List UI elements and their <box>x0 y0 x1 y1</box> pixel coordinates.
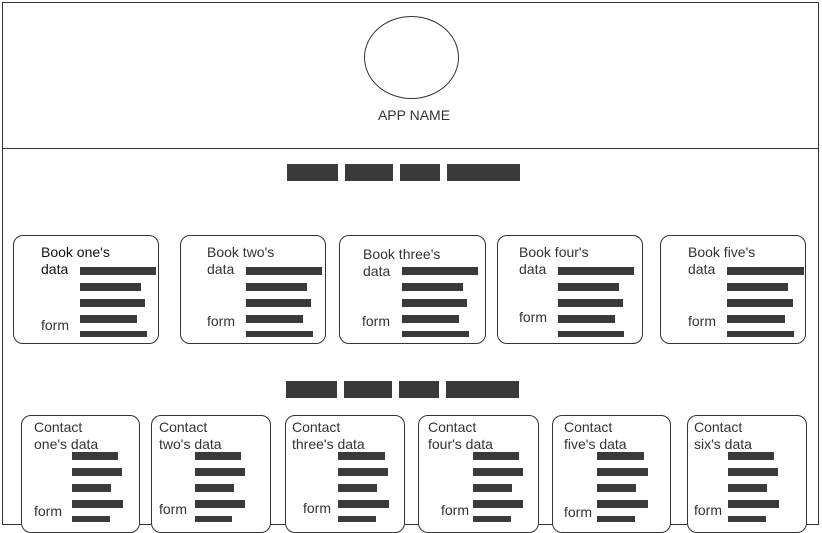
text-line-placeholder <box>727 267 804 275</box>
contact-card[interactable]: Contact four's data form <box>418 415 539 533</box>
text-line-placeholder <box>338 516 376 522</box>
books-nav-item[interactable] <box>400 164 440 181</box>
text-line-placeholder <box>727 315 785 323</box>
book-card[interactable]: Book five's data form <box>660 235 806 344</box>
contact-card[interactable]: Contact one's data form <box>21 415 140 533</box>
book-card-form-label: form <box>519 309 547 325</box>
book-card[interactable]: Book four's data form <box>497 235 643 344</box>
books-nav-item[interactable] <box>447 164 520 181</box>
contact-card-title: Contact five's data <box>564 419 627 452</box>
text-line-placeholder <box>338 484 377 492</box>
contact-card-form-label: form <box>441 502 469 518</box>
text-line-placeholder <box>195 452 241 460</box>
text-line-placeholder <box>195 500 245 508</box>
text-line-placeholder <box>402 315 459 323</box>
text-line-placeholder <box>72 468 122 476</box>
app-logo <box>364 16 459 99</box>
text-line-placeholder <box>402 299 467 307</box>
books-nav-item[interactable] <box>345 164 393 181</box>
text-line-placeholder <box>558 331 624 337</box>
contacts-nav-item[interactable] <box>344 381 392 398</box>
contact-card[interactable]: Contact two's data form <box>151 415 271 533</box>
text-line-placeholder <box>728 516 766 522</box>
text-line-placeholder <box>80 315 137 323</box>
book-card-form-label: form <box>207 313 235 329</box>
text-line-placeholder <box>473 516 511 522</box>
text-line-placeholder <box>80 299 145 307</box>
text-line-placeholder <box>728 484 767 492</box>
text-line-placeholder <box>558 315 615 323</box>
book-card-form-label: form <box>688 313 716 329</box>
app-name: APP NAME <box>377 107 451 123</box>
text-line-placeholder <box>246 283 307 291</box>
book-card[interactable]: Book two's data form <box>180 235 326 344</box>
book-card-form-label: form <box>41 317 69 333</box>
contact-card[interactable]: Contact five's data form <box>552 415 671 533</box>
text-line-placeholder <box>80 283 141 291</box>
text-line-placeholder <box>728 468 778 476</box>
text-line-placeholder <box>402 331 469 337</box>
text-line-placeholder <box>728 500 779 508</box>
text-line-placeholder <box>80 331 147 337</box>
text-line-placeholder <box>597 452 644 460</box>
text-line-placeholder <box>473 452 519 460</box>
text-line-placeholder <box>246 315 303 323</box>
contact-card-form-label: form <box>34 503 62 519</box>
text-line-placeholder <box>338 468 388 476</box>
text-line-placeholder <box>597 516 635 522</box>
text-line-placeholder <box>727 283 788 291</box>
text-line-placeholder <box>597 468 648 476</box>
contact-card-form-label: form <box>159 501 187 517</box>
text-line-placeholder <box>597 484 636 492</box>
text-line-placeholder <box>246 331 313 337</box>
text-line-placeholder <box>338 452 385 460</box>
contact-card-form-label: form <box>564 504 592 520</box>
contact-card-title: Contact three's data <box>292 419 365 452</box>
contact-card-title: Contact four's data <box>428 419 493 452</box>
text-line-placeholder <box>473 468 523 476</box>
text-line-placeholder <box>558 299 623 307</box>
text-line-placeholder <box>473 500 523 508</box>
contacts-nav-item[interactable] <box>399 381 439 398</box>
text-line-placeholder <box>728 452 774 460</box>
book-card-form-label: form <box>362 313 390 329</box>
contact-card[interactable]: Contact three's data form <box>285 415 405 533</box>
contact-card-title: Contact six's data <box>694 419 752 452</box>
contacts-nav-item[interactable] <box>446 381 519 398</box>
book-card[interactable]: Book one's data form <box>13 235 159 344</box>
text-line-placeholder <box>80 267 156 275</box>
text-line-placeholder <box>246 299 311 307</box>
text-line-placeholder <box>473 484 512 492</box>
book-card[interactable]: Book three's data form <box>339 235 486 344</box>
contact-card-form-label: form <box>303 500 331 516</box>
text-line-placeholder <box>597 500 648 508</box>
books-nav-item[interactable] <box>287 164 338 181</box>
contact-card-title: Contact two's data <box>159 419 222 452</box>
text-line-placeholder <box>195 516 232 522</box>
text-line-placeholder <box>72 452 118 460</box>
text-line-placeholder <box>558 267 634 275</box>
header-divider <box>2 148 819 149</box>
text-line-placeholder <box>195 484 234 492</box>
contacts-nav-item[interactable] <box>286 381 337 398</box>
text-line-placeholder <box>402 283 463 291</box>
text-line-placeholder <box>558 283 619 291</box>
text-line-placeholder <box>338 500 389 508</box>
text-line-placeholder <box>72 484 111 492</box>
text-line-placeholder <box>727 299 793 307</box>
contact-card-title: Contact one's data <box>34 419 99 452</box>
contact-card[interactable]: Contact six's data form <box>687 415 807 533</box>
contact-card-form-label: form <box>694 502 722 518</box>
text-line-placeholder <box>246 267 322 275</box>
text-line-placeholder <box>402 267 478 275</box>
text-line-placeholder <box>195 468 245 476</box>
text-line-placeholder <box>72 500 123 508</box>
text-line-placeholder <box>727 331 794 337</box>
text-line-placeholder <box>72 516 110 522</box>
